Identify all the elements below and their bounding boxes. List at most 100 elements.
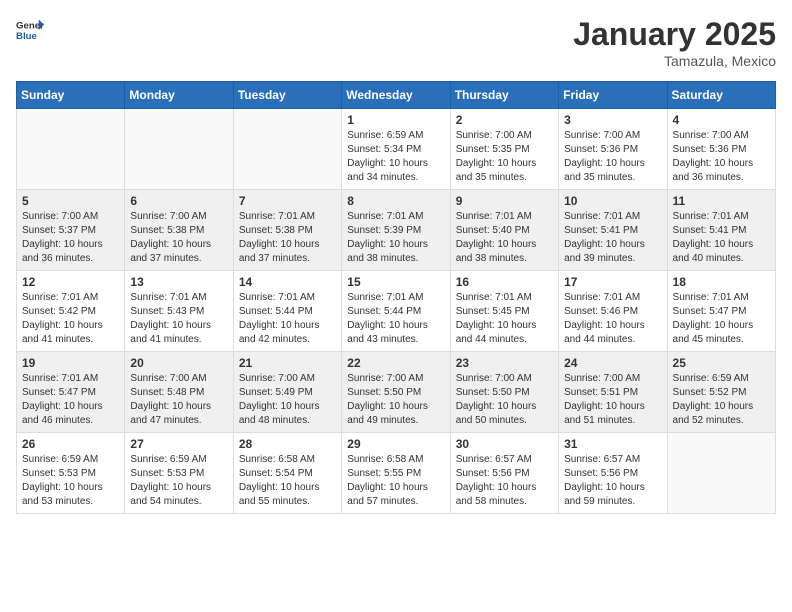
day-info: Sunrise: 7:00 AM Sunset: 5:49 PM Dayligh…: [239, 372, 336, 428]
table-row: 31Sunrise: 6:57 AM Sunset: 5:56 PM Dayli…: [559, 433, 667, 514]
table-row: 15 Sunrise: 7:01 AM Sunset: 5:44 PM Dayli…: [342, 271, 450, 352]
day-number: 11: [673, 194, 770, 208]
day-number: 30: [456, 437, 553, 451]
day-info: Sunrise: 7:00 AM Sunset: 5:37 PM Dayligh…: [22, 210, 119, 266]
table-row: 24 Sunrise: 7:00 AM Sunset: 5:51 PM Dayli…: [559, 352, 667, 433]
col-thursday: Thursday: [450, 82, 558, 109]
table-row: 29 Sunrise: 6:58 AM Sunset: 5:55 PM Dayli…: [342, 433, 450, 514]
day-info: Sunrise: 7:01 AM Sunset: 5:41 PM Dayligh…: [673, 210, 770, 266]
svg-text:Blue: Blue: [16, 31, 37, 42]
day-number: 12: [22, 275, 119, 289]
day-number: 25: [673, 356, 770, 370]
day-info: Sunrise: 7:01 AM Sunset: 5:44 PM Dayligh…: [347, 291, 444, 347]
day-info: Sunrise: 7:01 AM Sunset: 5:43 PM Dayligh…: [130, 291, 227, 347]
day-info: Sunrise: 7:01 AM Sunset: 5:42 PM Dayligh…: [22, 291, 119, 347]
day-number: 22: [347, 356, 444, 370]
table-row: 1Sunrise: 6:59 AM Sunset: 5:34 PM Daylig…: [342, 109, 450, 190]
col-wednesday: Wednesday: [342, 82, 450, 109]
day-info: Sunrise: 7:00 AM Sunset: 5:38 PM Dayligh…: [130, 210, 227, 266]
table-row: 30 Sunrise: 6:57 AM Sunset: 5:56 PM Dayli…: [450, 433, 558, 514]
calendar-week-2: 5Sunrise: 7:00 AM Sunset: 5:37 PM Daylig…: [17, 190, 776, 271]
table-row: 21 Sunrise: 7:00 AM Sunset: 5:49 PM Dayli…: [233, 352, 341, 433]
day-number: 27: [130, 437, 227, 451]
day-info: Sunrise: 7:00 AM Sunset: 5:50 PM Dayligh…: [347, 372, 444, 428]
table-row: [233, 109, 341, 190]
day-number: 9: [456, 194, 553, 208]
table-row: 27 Sunrise: 6:59 AM Sunset: 5:53 PM Dayli…: [125, 433, 233, 514]
day-number: 8: [347, 194, 444, 208]
day-info: Sunrise: 7:01 AM Sunset: 5:44 PM Dayligh…: [239, 291, 336, 347]
day-info: Sunrise: 7:01 AM Sunset: 5:45 PM Dayligh…: [456, 291, 553, 347]
day-number: 19: [22, 356, 119, 370]
calendar-location: Tamazula, Mexico: [573, 53, 776, 69]
day-number: 23: [456, 356, 553, 370]
day-number: 20: [130, 356, 227, 370]
day-info: Sunrise: 7:00 AM Sunset: 5:36 PM Dayligh…: [673, 129, 770, 185]
day-number: 15: [347, 275, 444, 289]
day-info: Sunrise: 6:59 AM Sunset: 5:52 PM Dayligh…: [673, 372, 770, 428]
table-row: 12 Sunrise: 7:01 AM Sunset: 5:42 PM Dayli…: [17, 271, 125, 352]
table-row: 5Sunrise: 7:00 AM Sunset: 5:37 PM Daylig…: [17, 190, 125, 271]
day-info: Sunrise: 7:01 AM Sunset: 5:40 PM Dayligh…: [456, 210, 553, 266]
table-row: 28 Sunrise: 6:58 AM Sunset: 5:54 PM Dayli…: [233, 433, 341, 514]
day-info: Sunrise: 7:00 AM Sunset: 5:48 PM Dayligh…: [130, 372, 227, 428]
table-row: 6Sunrise: 7:00 AM Sunset: 5:38 PM Daylig…: [125, 190, 233, 271]
day-info: Sunrise: 7:01 AM Sunset: 5:47 PM Dayligh…: [673, 291, 770, 347]
day-info: Sunrise: 7:00 AM Sunset: 5:36 PM Dayligh…: [564, 129, 661, 185]
table-row: 13Sunrise: 7:01 AM Sunset: 5:43 PM Dayli…: [125, 271, 233, 352]
table-row: 25 Sunrise: 6:59 AM Sunset: 5:52 PM Dayli…: [667, 352, 775, 433]
day-number: 31: [564, 437, 661, 451]
table-row: 18 Sunrise: 7:01 AM Sunset: 5:47 PM Dayli…: [667, 271, 775, 352]
day-number: 21: [239, 356, 336, 370]
day-info: Sunrise: 7:00 AM Sunset: 5:50 PM Dayligh…: [456, 372, 553, 428]
day-number: 29: [347, 437, 444, 451]
day-info: Sunrise: 7:00 AM Sunset: 5:35 PM Dayligh…: [456, 129, 553, 185]
day-info: Sunrise: 6:59 AM Sunset: 5:53 PM Dayligh…: [22, 453, 119, 509]
day-info: Sunrise: 6:58 AM Sunset: 5:54 PM Dayligh…: [239, 453, 336, 509]
col-tuesday: Tuesday: [233, 82, 341, 109]
table-row: 7Sunrise: 7:01 AM Sunset: 5:38 PM Daylig…: [233, 190, 341, 271]
table-row: [17, 109, 125, 190]
day-number: 2: [456, 113, 553, 127]
table-row: 11 Sunrise: 7:01 AM Sunset: 5:41 PM Dayli…: [667, 190, 775, 271]
table-row: 20 Sunrise: 7:00 AM Sunset: 5:48 PM Dayli…: [125, 352, 233, 433]
day-info: Sunrise: 7:00 AM Sunset: 5:51 PM Dayligh…: [564, 372, 661, 428]
calendar-week-4: 19 Sunrise: 7:01 AM Sunset: 5:47 PM Dayli…: [17, 352, 776, 433]
col-friday: Friday: [559, 82, 667, 109]
table-row: 16 Sunrise: 7:01 AM Sunset: 5:45 PM Dayli…: [450, 271, 558, 352]
day-number: 7: [239, 194, 336, 208]
day-number: 4: [673, 113, 770, 127]
table-row: 22 Sunrise: 7:00 AM Sunset: 5:50 PM Dayli…: [342, 352, 450, 433]
day-info: Sunrise: 7:01 AM Sunset: 5:39 PM Dayligh…: [347, 210, 444, 266]
calendar-week-1: 1Sunrise: 6:59 AM Sunset: 5:34 PM Daylig…: [17, 109, 776, 190]
day-info: Sunrise: 7:01 AM Sunset: 5:41 PM Dayligh…: [564, 210, 661, 266]
day-info: Sunrise: 7:01 AM Sunset: 5:46 PM Dayligh…: [564, 291, 661, 347]
day-number: 17: [564, 275, 661, 289]
day-number: 14: [239, 275, 336, 289]
day-info: Sunrise: 6:59 AM Sunset: 5:53 PM Dayligh…: [130, 453, 227, 509]
day-number: 24: [564, 356, 661, 370]
day-number: 18: [673, 275, 770, 289]
day-info: Sunrise: 6:58 AM Sunset: 5:55 PM Dayligh…: [347, 453, 444, 509]
day-info: Sunrise: 6:57 AM Sunset: 5:56 PM Dayligh…: [456, 453, 553, 509]
day-number: 16: [456, 275, 553, 289]
calendar-header-row: Sunday Monday Tuesday Wednesday Thursday…: [17, 82, 776, 109]
calendar-week-3: 12 Sunrise: 7:01 AM Sunset: 5:42 PM Dayli…: [17, 271, 776, 352]
logo: General Blue: [16, 16, 44, 44]
logo-icon: General Blue: [16, 16, 44, 44]
day-info: Sunrise: 7:01 AM Sunset: 5:47 PM Dayligh…: [22, 372, 119, 428]
day-number: 10: [564, 194, 661, 208]
col-saturday: Saturday: [667, 82, 775, 109]
calendar-table: Sunday Monday Tuesday Wednesday Thursday…: [16, 81, 776, 514]
table-row: 2 Sunrise: 7:00 AM Sunset: 5:35 PM Daylig…: [450, 109, 558, 190]
day-number: 26: [22, 437, 119, 451]
col-sunday: Sunday: [17, 82, 125, 109]
table-row: 9 Sunrise: 7:01 AM Sunset: 5:40 PM Daylig…: [450, 190, 558, 271]
table-row: 23 Sunrise: 7:00 AM Sunset: 5:50 PM Dayli…: [450, 352, 558, 433]
day-number: 28: [239, 437, 336, 451]
table-row: 4 Sunrise: 7:00 AM Sunset: 5:36 PM Daylig…: [667, 109, 775, 190]
page-header: General Blue January 2025 Tamazula, Mexi…: [16, 16, 776, 69]
col-monday: Monday: [125, 82, 233, 109]
calendar-week-5: 26 Sunrise: 6:59 AM Sunset: 5:53 PM Dayli…: [17, 433, 776, 514]
calendar-title: January 2025: [573, 16, 776, 53]
